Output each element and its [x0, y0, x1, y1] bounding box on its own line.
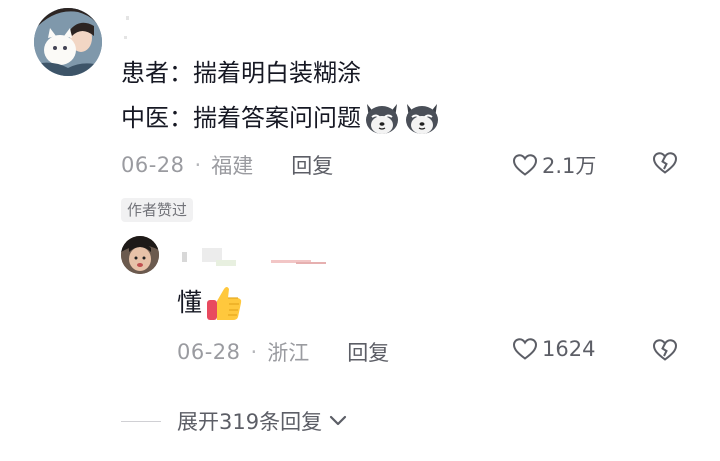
like-button[interactable]: 2.1万	[512, 150, 596, 180]
meta-separator: ·	[250, 340, 258, 364]
reply-dislike-button[interactable]	[651, 338, 679, 366]
replier-avatar[interactable]	[121, 236, 159, 274]
chevron-down-icon	[329, 415, 347, 426]
commenter-avatar[interactable]	[34, 8, 102, 76]
heart-icon	[512, 338, 538, 360]
comment-date: 06-28	[121, 153, 185, 177]
like-count: 2.1万	[542, 154, 597, 178]
reply-like-button[interactable]: 1624	[512, 337, 595, 361]
thumbs-up-emoji	[207, 287, 242, 320]
heart-icon	[512, 154, 538, 176]
reply-to-reply-button[interactable]: 回复	[347, 337, 389, 367]
reply-date: 06-28	[177, 340, 241, 364]
dislike-button[interactable]	[651, 151, 679, 179]
reply-content: 懂	[177, 283, 244, 323]
broken-heart-icon	[652, 152, 678, 174]
comment-meta: 06-28 · 福建 回复	[121, 150, 333, 180]
comment-line-1: 患者：揣着明白装糊涂	[121, 59, 361, 87]
commenter-name-redacted	[124, 14, 132, 42]
replier-name-redacted	[176, 238, 336, 268]
reply-meta: 06-28 · 浙江 回复	[177, 337, 389, 367]
expand-replies-label: 展开319条回复	[177, 410, 323, 434]
husky-dog-emoji	[406, 104, 438, 134]
husky-dog-emoji	[366, 104, 398, 134]
broken-heart-icon	[652, 339, 678, 361]
reply-like-count: 1624	[542, 337, 596, 361]
author-liked-badge: 作者赞过	[121, 198, 194, 222]
comment-line-2: 中医：揣着答案问问题	[121, 100, 441, 136]
meta-separator: ·	[194, 153, 202, 177]
reply-button[interactable]: 回复	[291, 150, 333, 180]
reply-location: 浙江	[267, 341, 310, 365]
comment-location: 福建	[211, 154, 254, 178]
expand-replies-button[interactable]: 展开319条回复	[121, 406, 348, 436]
expand-divider	[121, 420, 161, 422]
